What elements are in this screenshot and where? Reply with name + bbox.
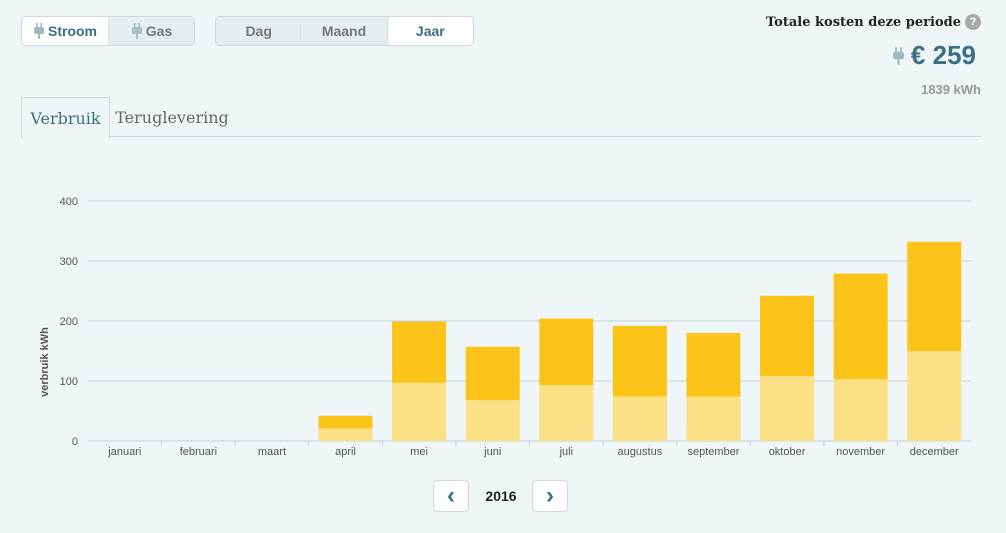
y-tick-label: 200	[60, 316, 78, 328]
year-label: 2016	[485, 488, 517, 504]
prev-year-button[interactable]: ‹	[433, 480, 469, 512]
x-category-label: november	[836, 446, 885, 458]
y-tick-label: 300	[60, 256, 78, 268]
bar-juli-series-1[interactable]	[539, 385, 594, 441]
bar-oktober-series-1[interactable]	[760, 376, 815, 441]
gas-label: Gas	[145, 23, 173, 39]
bar-mei-series-2[interactable]	[392, 321, 447, 383]
bar-november-series-1[interactable]	[833, 379, 888, 441]
tab-verbruik[interactable]: Verbruik	[21, 97, 110, 138]
y-tick-label: 0	[72, 436, 78, 448]
bar-oktober-series-2[interactable]	[760, 295, 815, 377]
x-category-label: juli	[559, 446, 573, 458]
next-year-button[interactable]: ›	[532, 480, 568, 512]
bar-juni-series-1[interactable]	[465, 400, 520, 441]
chevron-right-icon: ›	[546, 482, 554, 509]
period-jaar[interactable]: Jaar	[386, 17, 473, 45]
plug-icon	[34, 23, 44, 39]
y-tick-label: 100	[60, 376, 78, 388]
stroom-option[interactable]: Stroom	[22, 17, 108, 45]
bar-september-series-2[interactable]	[686, 333, 741, 397]
cost-value: € 259	[910, 40, 976, 70]
x-category-label: oktober	[769, 446, 806, 458]
x-category-label: augustus	[618, 446, 663, 458]
y-tick-label: 400	[60, 196, 78, 208]
period-dag[interactable]: Dag	[216, 17, 302, 45]
bar-april-series-1[interactable]	[318, 428, 373, 441]
plug-icon	[131, 23, 142, 39]
x-category-label: april	[335, 446, 356, 458]
bar-augustus-series-1[interactable]	[612, 396, 667, 441]
x-category-label: januari	[107, 446, 141, 458]
bar-mei-series-1[interactable]	[392, 382, 447, 441]
costs-title: Totale kosten deze periode	[766, 15, 961, 30]
y-axis-label: verbruik kWh	[39, 327, 51, 397]
period-maand[interactable]: Maand	[301, 17, 386, 45]
gas-option[interactable]: Gas	[108, 17, 194, 45]
usage-chart: 0 100 200 300 400 januari februari maart april me…	[39, 196, 971, 458]
bar-april-series-2[interactable]	[318, 415, 373, 429]
help-icon[interactable]: ?	[965, 14, 981, 30]
x-category-label: september	[687, 446, 739, 458]
bar-november-series-2[interactable]	[833, 273, 888, 380]
cost-summary: € 259	[892, 40, 976, 71]
tab-teruglevering[interactable]: Teruglevering	[111, 97, 233, 137]
chevron-left-icon: ‹	[447, 482, 455, 509]
tab-bar: Verbruik Teruglevering	[21, 97, 981, 138]
x-category-label: december	[910, 446, 959, 458]
bar-augustus-series-2[interactable]	[612, 325, 667, 397]
stroom-label: Stroom	[48, 23, 97, 39]
bar-juni-series-2[interactable]	[465, 346, 520, 401]
energy-type-toggle: Stroom Gas	[21, 16, 195, 46]
bar-december-series-1[interactable]	[907, 351, 962, 441]
x-category-label: maart	[258, 446, 286, 458]
x-category-label: mei	[410, 446, 428, 458]
x-category-label: februari	[180, 446, 217, 458]
bar-juli-series-2[interactable]	[539, 318, 594, 386]
bar-september-series-1[interactable]	[686, 396, 741, 441]
plug-icon	[893, 46, 904, 65]
kwh-total: 1839 kWh	[921, 82, 981, 97]
bar-december-series-2[interactable]	[907, 241, 962, 351]
period-toggle: Dag Maand Jaar	[215, 16, 474, 46]
x-category-label: juni	[483, 446, 501, 458]
